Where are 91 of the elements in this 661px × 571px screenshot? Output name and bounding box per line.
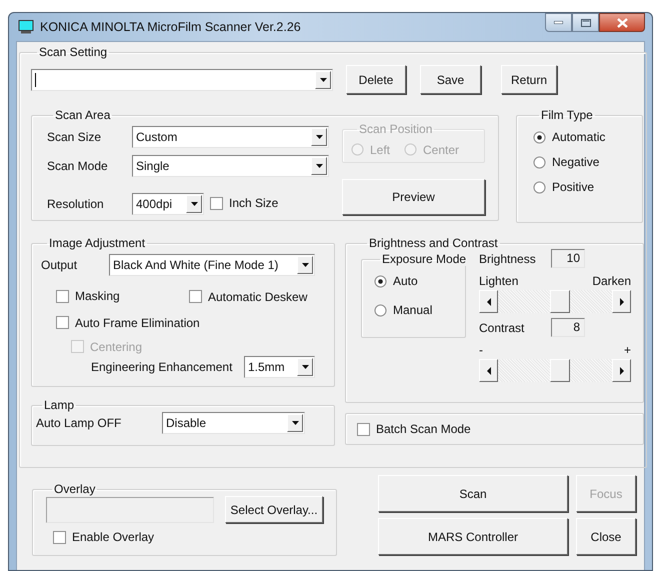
scroll-right-button[interactable] [612,290,631,313]
group-title: Brightness and Contrast [368,236,499,250]
radio-button[interactable] [374,274,387,288]
group-title: Overlay [53,482,96,496]
field-label: Auto Lamp OFF [36,416,122,430]
radio-label: Manual [393,303,432,317]
checkbox-label: Masking [75,289,120,303]
caret-icon [190,202,198,206]
right-triangle-icon [618,366,624,374]
close-button[interactable] [599,13,645,32]
resolution-dropdown[interactable]: 400dpi [132,193,204,215]
scale-label: Lighten [479,274,518,288]
checkbox-label: Enable Overlay [72,530,154,544]
slider-track[interactable] [479,359,631,382]
group-title: Film Type [540,108,594,122]
checkbox-label: Batch Scan Mode [376,422,471,436]
group-title: Lamp [43,398,76,412]
enhancement-dropdown[interactable]: 1.5mm [244,356,315,378]
radio-label: Positive [552,180,594,194]
preview-button[interactable]: Preview [342,179,485,215]
group-title: Scan Setting [38,45,108,59]
slider-track[interactable] [479,290,631,313]
group-title: Image Adjustment [48,236,146,250]
group-title: Scan Area [54,108,112,122]
setting-button[interactable]: Delete [346,65,406,94]
radio-label: Auto [393,274,418,288]
caret-icon [320,78,326,82]
action-button[interactable]: Close [576,518,636,555]
field-label: Scan Mode [47,159,109,173]
radio-button[interactable] [374,304,387,316]
radio-button[interactable] [533,156,546,168]
setting-button[interactable]: Return [501,65,557,94]
radio-label: Automatic [552,130,606,144]
minimize-button[interactable] [545,13,572,32]
window-title: KONICA MINOLTA MicroFilm Scanner Ver.2.26 [40,20,301,34]
scale-label: + [624,343,631,357]
checkbox-label: Auto Frame Elimination [75,316,200,330]
action-button[interactable]: MARS Controller [378,518,568,555]
maximize-icon [580,18,590,26]
scale-label: Darken [592,274,631,288]
setting-dropdown[interactable] [31,68,333,90]
radio-label: Center [423,142,460,156]
batch-scan-checkbox[interactable] [357,422,370,436]
setting-button[interactable]: Save [420,65,481,94]
output-dropdown[interactable]: Black And White (Fine Mode 1) [109,254,315,276]
group-title: Scan Position [358,122,434,136]
field-label: Engineering Enhancement [91,360,234,374]
left-triangle-icon [486,298,492,306]
overlay-path-field[interactable] [46,496,214,522]
scale-label: - [479,343,483,357]
maximize-button[interactable] [572,13,599,32]
select-overlay-button[interactable]: Select Overlay... [225,496,323,523]
value-field: 8 [551,318,585,337]
value-field: 10 [551,249,585,268]
caret-icon [316,135,322,139]
scroll-right-button[interactable] [612,359,631,382]
close-icon [616,18,628,28]
scroll-left-button[interactable] [479,359,498,382]
checkbox-label: Automatic Deskew [208,290,308,304]
caret-icon [292,421,298,425]
enable-overlay-checkbox[interactable] [53,530,66,544]
radio-label: Left [370,142,390,156]
value-dropdown[interactable]: Single [132,155,329,177]
minimize-icon [554,21,563,24]
field-label: Resolution [47,197,105,211]
field-label: Output [41,258,78,272]
slider-thumb[interactable] [550,359,570,382]
caret-icon [302,364,308,368]
group-title: Exposure Mode [381,252,468,266]
caret-icon [302,263,308,267]
checkbox-label: Centering [90,340,142,354]
radio-button[interactable] [533,130,546,144]
slider-label: Contrast [479,320,526,334]
left-triangle-icon [486,366,492,374]
inch-size-checkbox[interactable] [210,196,223,210]
caret-icon [316,164,322,168]
slider-thumb[interactable] [550,290,570,313]
action-button[interactable]: Scan [378,475,568,512]
right-triangle-icon [618,298,624,306]
slider-label: Brightness [479,252,537,266]
checkbox-label: Inch Size [229,196,278,210]
masking-checkbox[interactable] [56,290,69,302]
frame-elimination-checkbox[interactable] [56,316,69,329]
lamp-dropdown[interactable]: Disable [162,412,305,434]
value-dropdown[interactable]: Custom [132,126,329,148]
deskew-checkbox[interactable] [189,290,202,304]
radio-button[interactable] [533,180,546,194]
radio-label: Negative [552,155,600,169]
field-label: Scan Size [47,130,102,144]
monitor-icon [18,20,34,34]
scroll-left-button[interactable] [479,290,498,313]
